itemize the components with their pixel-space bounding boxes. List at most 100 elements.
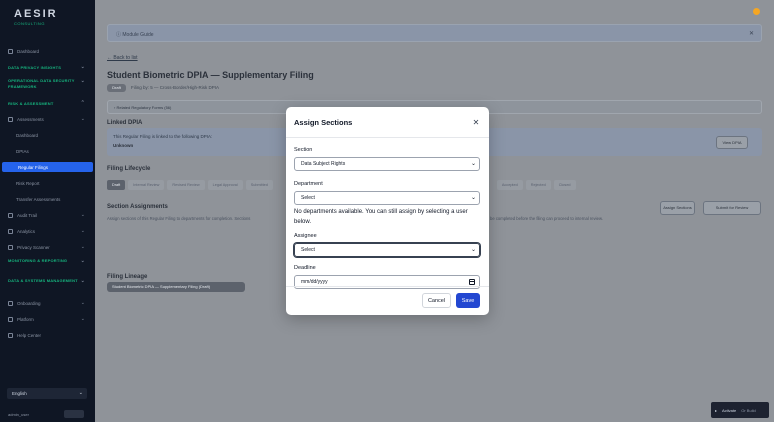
module-guide-label: Module Guide	[122, 32, 154, 38]
clipboard-icon	[8, 116, 13, 122]
status-badge: Draft	[107, 84, 126, 92]
sidebar-group-monitoring[interactable]: MONITORING & REPORTING ⌄	[0, 258, 95, 272]
build-button[interactable]: Or Build	[741, 408, 755, 413]
sidebar-group-data-systems[interactable]: DATA & SYSTEMS MANAGEMENT ⌄	[0, 278, 95, 292]
notification-bell-icon[interactable]	[753, 8, 760, 15]
department-help-text: No departments available. You can still …	[294, 209, 468, 225]
onboarding-icon	[8, 300, 13, 306]
chart-icon	[8, 228, 13, 234]
sidebar-item-label: Help Center	[17, 332, 42, 338]
lineage-chip[interactable]: Student Biometric DPIA — Supplementary F…	[107, 282, 245, 292]
sidebar-item-label: Analytics	[17, 228, 36, 234]
stage-pill: Submitted	[245, 180, 273, 190]
sidebar-item-assess-dashboard[interactable]: Dashboard	[0, 130, 95, 140]
current-user: admin_user	[8, 412, 29, 417]
stage-pill: Rejected	[525, 180, 551, 190]
sidebar-item-transfer-assessments[interactable]: Transfer Assessments	[0, 194, 95, 204]
sidebar-item-help-center[interactable]: Help Center	[0, 330, 95, 340]
chevron-down-icon: ⌄	[80, 116, 85, 122]
sidebar-item-label: Platform	[17, 316, 34, 322]
logo-word: AESIR	[14, 8, 58, 20]
sidebar-item-label: Dashboard	[17, 48, 40, 54]
sidebar-item-analytics[interactable]: Analytics ⌄	[0, 226, 95, 236]
sidebar: AESIR CONSULTING Dashboard DATA PRIVACY …	[0, 0, 95, 422]
logout-button[interactable]	[64, 410, 84, 418]
sidebar-item-label: Onboarding	[17, 300, 41, 306]
sidebar-item-regular-filings[interactable]: Regular Filings	[2, 162, 93, 172]
back-link[interactable]: ← Back to list	[107, 55, 138, 61]
section-assignments-desc-right: be completed before the filing can proce…	[490, 216, 603, 221]
sidebar-item-label: Risk Report	[16, 180, 40, 186]
assign-sections-modal: Assign Sections ✕ Section Data Subject R…	[286, 107, 489, 315]
chevron-down-icon: ⌄	[470, 195, 476, 201]
modal-header: Assign Sections ✕	[286, 107, 489, 138]
sidebar-item-label: Privacy Scanner	[17, 244, 50, 250]
chevron-down-icon: ⌄	[470, 161, 476, 167]
sidebar-item-assessments[interactable]: Assessments ⌄	[0, 114, 95, 124]
sidebar-group-risk-assessment[interactable]: RISK & ASSESSMENT ⌃	[0, 98, 95, 108]
section-assignments-desc: Assign sections of this Regular Filing t…	[107, 216, 251, 221]
deadline-label: Deadline	[294, 265, 316, 271]
close-icon[interactable]: ✕	[471, 118, 481, 127]
sidebar-item-risk-report[interactable]: Risk Report	[0, 178, 95, 188]
chevron-down-icon: ⌄	[80, 278, 85, 284]
sidebar-item-privacy-scanner[interactable]: Privacy Scanner ⌄	[0, 242, 95, 252]
stage-pill: Closed	[553, 180, 576, 190]
sidebar-item-label: OPERATIONAL DATA SECURITY FRAMEWORK	[8, 78, 75, 89]
platform-icon	[8, 316, 13, 322]
save-button[interactable]: Save	[456, 293, 480, 308]
chevron-down-icon: ⌄	[80, 316, 85, 322]
sidebar-group-operational-security[interactable]: OPERATIONAL DATA SECURITY FRAMEWORK ⌄	[0, 78, 95, 92]
filing-lifecycle-heading: Filing Lifecycle	[107, 166, 151, 172]
department-select[interactable]: Select ⌄	[294, 191, 480, 205]
submit-review-button[interactable]: Submit for Review	[703, 201, 761, 215]
stage-pill: Revised Review	[167, 180, 205, 190]
view-dpia-button[interactable]: View DPIA	[716, 136, 748, 149]
activate-button[interactable]: Activate	[722, 408, 736, 413]
language-select[interactable]: English ⌄	[7, 388, 87, 399]
linked-dpia-heading: Linked DPIA	[107, 120, 143, 126]
activate-widget: ▸ Activate Or Build	[711, 402, 769, 418]
sidebar-item-dpias[interactable]: DPIAs	[0, 146, 95, 156]
chevron-down-icon: ⌄	[80, 78, 85, 84]
chevron-down-icon: ⌄	[470, 247, 476, 253]
stage-pill: Legal Approval	[207, 180, 243, 190]
stage-pill: Internal Review	[128, 180, 165, 190]
modal-title: Assign Sections	[294, 117, 353, 127]
sidebar-item-label: RISK & ASSESSMENT	[8, 100, 54, 106]
sidebar-group-data-privacy-insights[interactable]: DATA PRIVACY INSIGHTS ⌄	[0, 62, 95, 72]
chevron-down-icon: ⌄	[80, 244, 85, 250]
department-label: Department	[294, 181, 323, 187]
assignee-label: Assignee	[294, 233, 317, 239]
close-icon[interactable]: ✕	[749, 30, 754, 37]
sidebar-item-label: Assessments	[17, 116, 44, 122]
section-select[interactable]: Data Subject Rights ⌄	[294, 157, 480, 171]
sidebar-item-platform[interactable]: Platform ⌄	[0, 314, 95, 324]
app-logo[interactable]: AESIR CONSULTING	[14, 8, 74, 30]
sidebar-item-label: Regular Filings	[18, 164, 49, 170]
sidebar-nav: Dashboard DATA PRIVACY INSIGHTS ⌄ OPERATI…	[0, 46, 95, 346]
sidebar-item-label: Dashboard	[16, 132, 39, 138]
cancel-button[interactable]: Cancel	[422, 293, 451, 308]
play-icon: ▸	[715, 407, 718, 413]
sidebar-item-audit-trail[interactable]: Audit Trail ⌄	[0, 210, 95, 220]
chevron-up-icon: ⌃	[80, 100, 85, 106]
calendar-icon[interactable]	[469, 278, 475, 285]
sidebar-item-label: DPIAs	[16, 148, 29, 154]
sidebar-item-label: Transfer Assessments	[16, 196, 61, 202]
chevron-down-icon: ⌄	[80, 300, 85, 306]
language-value: English	[12, 391, 27, 396]
assign-sections-button[interactable]: Assign Sections	[660, 201, 695, 215]
chevron-down-icon: ⌄	[78, 390, 83, 396]
dashboard-icon	[8, 48, 13, 54]
assignee-select-value: Select	[301, 247, 315, 253]
sidebar-item-dashboard[interactable]: Dashboard	[0, 46, 95, 56]
chevron-down-icon: ⌄	[80, 258, 85, 264]
sidebar-item-label: MONITORING & REPORTING	[8, 258, 68, 263]
assignee-select[interactable]: Select ⌄	[294, 243, 480, 257]
chevron-down-icon: ⌄	[80, 212, 85, 218]
module-guide-banner[interactable]: ⓘ Module Guide ✕	[107, 24, 762, 42]
deadline-placeholder: mm/dd/yyyy	[301, 279, 328, 285]
sidebar-item-onboarding[interactable]: Onboarding ⌄	[0, 298, 95, 308]
sidebar-item-label: DATA & SYSTEMS MANAGEMENT	[8, 278, 78, 283]
